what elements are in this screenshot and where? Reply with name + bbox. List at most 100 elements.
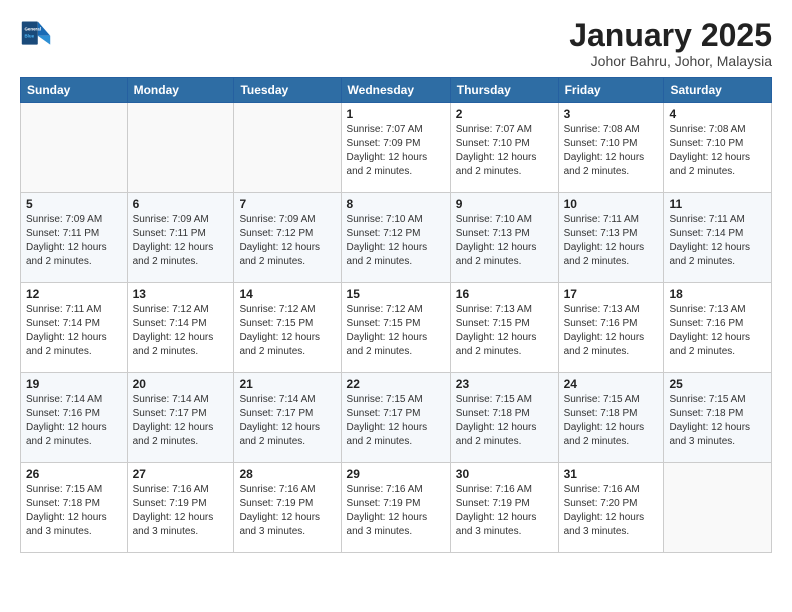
week-row-2: 5 Sunrise: 7:09 AM Sunset: 7:11 PM Daylig… (21, 193, 772, 283)
day-info-30: Sunrise: 7:16 AM Sunset: 7:19 PM Dayligh… (456, 483, 553, 539)
day-info-28: Sunrise: 7:16 AM Sunset: 7:19 PM Dayligh… (239, 483, 335, 539)
day-number-24: 24 (564, 377, 659, 391)
svg-text:General: General (24, 26, 41, 31)
calendar-cell-w4d2: 20 Sunrise: 7:14 AM Sunset: 7:17 PM Dayli… (127, 373, 234, 463)
day-info-9: Sunrise: 7:10 AM Sunset: 7:13 PM Dayligh… (456, 213, 553, 269)
title-block: January 2025 Johor Bahru, Johor, Malaysi… (569, 18, 772, 69)
day-number-23: 23 (456, 377, 553, 391)
week-row-5: 26 Sunrise: 7:15 AM Sunset: 7:18 PM Dayli… (21, 463, 772, 553)
calendar-cell-w3d1: 12 Sunrise: 7:11 AM Sunset: 7:14 PM Dayli… (21, 283, 128, 373)
day-info-17: Sunrise: 7:13 AM Sunset: 7:16 PM Dayligh… (564, 303, 659, 359)
day-number-17: 17 (564, 287, 659, 301)
calendar-cell-w3d2: 13 Sunrise: 7:12 AM Sunset: 7:14 PM Dayli… (127, 283, 234, 373)
calendar-cell-w1d2 (127, 103, 234, 193)
day-number-31: 31 (564, 467, 659, 481)
day-number-21: 21 (239, 377, 335, 391)
day-number-1: 1 (347, 107, 445, 121)
calendar-cell-w2d1: 5 Sunrise: 7:09 AM Sunset: 7:11 PM Daylig… (21, 193, 128, 283)
calendar: Sunday Monday Tuesday Wednesday Thursday… (20, 77, 772, 553)
day-number-14: 14 (239, 287, 335, 301)
svg-text:Blue: Blue (24, 34, 34, 39)
day-info-18: Sunrise: 7:13 AM Sunset: 7:16 PM Dayligh… (669, 303, 766, 359)
logo-icon: General Blue (20, 18, 52, 50)
day-number-7: 7 (239, 197, 335, 211)
day-number-8: 8 (347, 197, 445, 211)
day-number-26: 26 (26, 467, 122, 481)
day-number-10: 10 (564, 197, 659, 211)
day-info-6: Sunrise: 7:09 AM Sunset: 7:11 PM Dayligh… (133, 213, 229, 269)
calendar-cell-w4d6: 24Sunrise: 7:15 AM Sunset: 7:18 PM Dayli… (558, 373, 664, 463)
calendar-cell-w1d6: 3Sunrise: 7:08 AM Sunset: 7:10 PM Daylig… (558, 103, 664, 193)
day-number-20: 20 (133, 377, 229, 391)
day-number-19: 19 (26, 377, 122, 391)
day-info-26: Sunrise: 7:15 AM Sunset: 7:18 PM Dayligh… (26, 483, 122, 539)
day-info-20: Sunrise: 7:14 AM Sunset: 7:17 PM Dayligh… (133, 393, 229, 449)
day-info-19: Sunrise: 7:14 AM Sunset: 7:16 PM Dayligh… (26, 393, 122, 449)
calendar-cell-w2d4: 8 Sunrise: 7:10 AM Sunset: 7:12 PM Daylig… (341, 193, 450, 283)
day-number-6: 6 (133, 197, 229, 211)
col-monday: Monday (127, 78, 234, 103)
day-info-31: Sunrise: 7:16 AM Sunset: 7:20 PM Dayligh… (564, 483, 659, 539)
day-info-25: Sunrise: 7:15 AM Sunset: 7:18 PM Dayligh… (669, 393, 766, 449)
day-number-30: 30 (456, 467, 553, 481)
calendar-cell-w5d7 (664, 463, 772, 553)
day-info-15: Sunrise: 7:12 AM Sunset: 7:15 PM Dayligh… (347, 303, 445, 359)
calendar-cell-w1d3 (234, 103, 341, 193)
day-number-13: 13 (133, 287, 229, 301)
month-title: January 2025 (569, 18, 772, 53)
calendar-cell-w3d3: 14 Sunrise: 7:12 AM Sunset: 7:15 PM Dayli… (234, 283, 341, 373)
calendar-cell-w3d5: 16Sunrise: 7:13 AM Sunset: 7:15 PM Dayli… (450, 283, 558, 373)
calendar-cell-w5d6: 31 Sunrise: 7:16 AM Sunset: 7:20 PM Dayli… (558, 463, 664, 553)
day-info-29: Sunrise: 7:16 AM Sunset: 7:19 PM Dayligh… (347, 483, 445, 539)
calendar-cell-w3d6: 17 Sunrise: 7:13 AM Sunset: 7:16 PM Dayli… (558, 283, 664, 373)
calendar-cell-w4d5: 23Sunrise: 7:15 AM Sunset: 7:18 PM Dayli… (450, 373, 558, 463)
calendar-cell-w2d3: 7Sunrise: 7:09 AM Sunset: 7:12 PM Daylig… (234, 193, 341, 283)
week-row-4: 19 Sunrise: 7:14 AM Sunset: 7:16 PM Dayli… (21, 373, 772, 463)
day-info-8: Sunrise: 7:10 AM Sunset: 7:12 PM Dayligh… (347, 213, 445, 269)
subtitle: Johor Bahru, Johor, Malaysia (569, 53, 772, 69)
day-info-5: Sunrise: 7:09 AM Sunset: 7:11 PM Dayligh… (26, 213, 122, 269)
calendar-cell-w1d1 (21, 103, 128, 193)
day-info-21: Sunrise: 7:14 AM Sunset: 7:17 PM Dayligh… (239, 393, 335, 449)
calendar-cell-w2d2: 6 Sunrise: 7:09 AM Sunset: 7:11 PM Daylig… (127, 193, 234, 283)
day-number-18: 18 (669, 287, 766, 301)
day-info-16: Sunrise: 7:13 AM Sunset: 7:15 PM Dayligh… (456, 303, 553, 359)
day-info-27: Sunrise: 7:16 AM Sunset: 7:19 PM Dayligh… (133, 483, 229, 539)
logo: General Blue (20, 18, 52, 50)
day-number-4: 4 (669, 107, 766, 121)
calendar-cell-w2d6: 10 Sunrise: 7:11 AM Sunset: 7:13 PM Dayli… (558, 193, 664, 283)
calendar-cell-w5d4: 29 Sunrise: 7:16 AM Sunset: 7:19 PM Dayli… (341, 463, 450, 553)
calendar-header-row: Sunday Monday Tuesday Wednesday Thursday… (21, 78, 772, 103)
col-tuesday: Tuesday (234, 78, 341, 103)
col-sunday: Sunday (21, 78, 128, 103)
calendar-cell-w3d4: 15Sunrise: 7:12 AM Sunset: 7:15 PM Dayli… (341, 283, 450, 373)
day-number-9: 9 (456, 197, 553, 211)
day-info-10: Sunrise: 7:11 AM Sunset: 7:13 PM Dayligh… (564, 213, 659, 269)
day-info-4: Sunrise: 7:08 AM Sunset: 7:10 PM Dayligh… (669, 123, 766, 179)
calendar-cell-w1d5: 2Sunrise: 7:07 AM Sunset: 7:10 PM Daylig… (450, 103, 558, 193)
day-info-13: Sunrise: 7:12 AM Sunset: 7:14 PM Dayligh… (133, 303, 229, 359)
col-thursday: Thursday (450, 78, 558, 103)
day-info-22: Sunrise: 7:15 AM Sunset: 7:17 PM Dayligh… (347, 393, 445, 449)
calendar-cell-w5d1: 26 Sunrise: 7:15 AM Sunset: 7:18 PM Dayli… (21, 463, 128, 553)
day-info-12: Sunrise: 7:11 AM Sunset: 7:14 PM Dayligh… (26, 303, 122, 359)
day-info-14: Sunrise: 7:12 AM Sunset: 7:15 PM Dayligh… (239, 303, 335, 359)
calendar-cell-w5d5: 30 Sunrise: 7:16 AM Sunset: 7:19 PM Dayli… (450, 463, 558, 553)
calendar-cell-w4d1: 19 Sunrise: 7:14 AM Sunset: 7:16 PM Dayli… (21, 373, 128, 463)
day-info-1: Sunrise: 7:07 AM Sunset: 7:09 PM Dayligh… (347, 123, 445, 179)
day-number-11: 11 (669, 197, 766, 211)
col-saturday: Saturday (664, 78, 772, 103)
day-info-11: Sunrise: 7:11 AM Sunset: 7:14 PM Dayligh… (669, 213, 766, 269)
week-row-1: 1 Sunrise: 7:07 AM Sunset: 7:09 PM Daylig… (21, 103, 772, 193)
header: General Blue January 2025 Johor Bahru, J… (20, 18, 772, 69)
day-number-5: 5 (26, 197, 122, 211)
col-friday: Friday (558, 78, 664, 103)
calendar-cell-w5d2: 27Sunrise: 7:16 AM Sunset: 7:19 PM Dayli… (127, 463, 234, 553)
day-number-29: 29 (347, 467, 445, 481)
day-number-12: 12 (26, 287, 122, 301)
day-info-2: Sunrise: 7:07 AM Sunset: 7:10 PM Dayligh… (456, 123, 553, 179)
calendar-cell-w2d5: 9 Sunrise: 7:10 AM Sunset: 7:13 PM Daylig… (450, 193, 558, 283)
day-number-28: 28 (239, 467, 335, 481)
calendar-cell-w1d4: 1 Sunrise: 7:07 AM Sunset: 7:09 PM Daylig… (341, 103, 450, 193)
day-number-25: 25 (669, 377, 766, 391)
